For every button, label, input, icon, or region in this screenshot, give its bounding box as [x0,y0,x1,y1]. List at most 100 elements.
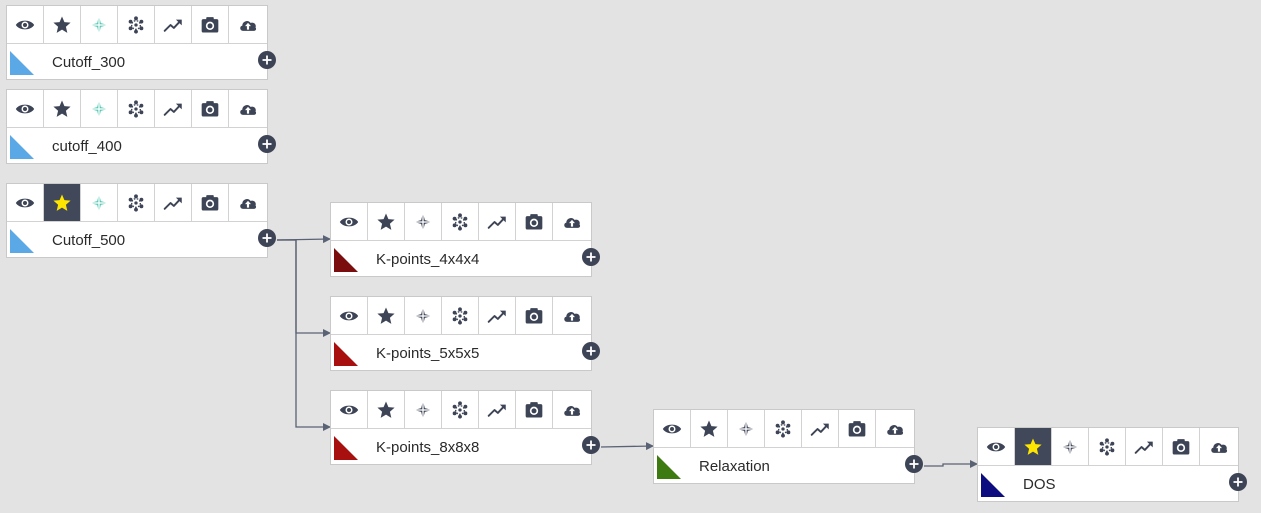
trend-icon [487,216,506,229]
trend-button[interactable] [479,297,516,334]
trend-button[interactable] [479,391,516,428]
workflow-node-kpoints-5x5x5[interactable]: K-points_5x5x5 [330,296,600,371]
workflow-node-cutoff-300[interactable]: Cutoff_300 [6,5,276,80]
compass-button[interactable] [81,184,118,221]
atom-button[interactable] [118,90,155,127]
compass-icon [89,99,109,118]
camera-button[interactable] [516,297,553,334]
trend-button[interactable] [155,6,192,43]
star-icon [53,100,71,117]
add-child-button[interactable] [582,342,600,360]
node-name[interactable]: DOS [1023,476,1056,493]
trend-icon [163,19,182,32]
camera-button[interactable] [516,203,553,240]
trend-button[interactable] [1126,428,1163,465]
cloud-upload-button[interactable] [876,410,914,447]
node-name[interactable]: Cutoff_300 [52,54,125,71]
workflow-node-kpoints-4x4x4[interactable]: K-points_4x4x4 [330,202,600,277]
camera-button[interactable] [192,6,229,43]
atom-button[interactable] [442,391,479,428]
atom-button[interactable] [442,203,479,240]
workflow-node-cutoff-500[interactable]: Cutoff_500 [6,183,276,258]
star-button[interactable] [368,297,405,334]
trend-button[interactable] [155,184,192,221]
add-child-button[interactable] [1229,473,1247,491]
star-button[interactable] [691,410,728,447]
star-button[interactable] [44,184,81,221]
compass-button[interactable] [81,6,118,43]
add-child-button[interactable] [258,229,276,247]
camera-icon [525,401,543,417]
star-button[interactable] [1015,428,1052,465]
cloud-upload-button[interactable] [229,6,267,43]
cloud-upload-button[interactable] [229,90,267,127]
add-child-button[interactable] [905,455,923,473]
node-toolbar [331,297,591,335]
node-name[interactable]: Cutoff_500 [52,232,125,249]
edge-relaxation-to-dos [924,460,978,468]
eye-button[interactable] [331,203,368,240]
camera-icon [201,16,219,32]
node-name[interactable]: Relaxation [699,458,770,475]
workflow-node-dos[interactable]: DOS [977,427,1247,502]
compass-button[interactable] [405,297,442,334]
add-child-button[interactable] [258,51,276,69]
camera-icon [201,100,219,116]
camera-button[interactable] [839,410,876,447]
atom-button[interactable] [118,184,155,221]
cloud-upload-button[interactable] [229,184,267,221]
atom-button[interactable] [1089,428,1126,465]
cloud-upload-button[interactable] [553,297,591,334]
eye-button[interactable] [331,391,368,428]
trend-button[interactable] [479,203,516,240]
trend-icon [163,103,182,116]
camera-button[interactable] [192,90,229,127]
eye-button[interactable] [7,90,44,127]
eye-button[interactable] [654,410,691,447]
camera-icon [201,194,219,210]
cloud-upload-button[interactable] [553,203,591,240]
plus-icon [586,252,596,262]
workflow-node-relaxation[interactable]: Relaxation [653,409,923,484]
compass-icon [413,400,433,419]
compass-button[interactable] [405,203,442,240]
add-child-button[interactable] [582,248,600,266]
cloud-upload-button[interactable] [553,391,591,428]
compass-icon [89,15,109,34]
atom-button[interactable] [118,6,155,43]
star-button[interactable] [44,90,81,127]
atom-button[interactable] [765,410,802,447]
trend-button[interactable] [802,410,839,447]
compass-button[interactable] [405,391,442,428]
star-button[interactable] [44,6,81,43]
workflow-node-cutoff-400[interactable]: cutoff_400 [6,89,276,164]
star-button[interactable] [368,391,405,428]
eye-button[interactable] [7,6,44,43]
node-name[interactable]: K-points_4x4x4 [376,251,479,268]
eye-button[interactable] [331,297,368,334]
compass-button[interactable] [728,410,765,447]
add-child-button[interactable] [258,135,276,153]
node-name[interactable]: K-points_8x8x8 [376,439,479,456]
camera-button[interactable] [1163,428,1200,465]
cloud-upload-icon [887,424,904,435]
cloud-upload-icon [1211,442,1228,453]
workflow-node-kpoints-8x8x8[interactable]: K-points_8x8x8 [330,390,600,465]
eye-icon [15,104,35,113]
compass-button[interactable] [1052,428,1089,465]
camera-button[interactable] [192,184,229,221]
node-name[interactable]: cutoff_400 [52,138,122,155]
compass-button[interactable] [81,90,118,127]
atom-button[interactable] [442,297,479,334]
camera-button[interactable] [516,391,553,428]
trend-button[interactable] [155,90,192,127]
star-button[interactable] [368,203,405,240]
add-child-button[interactable] [582,436,600,454]
eye-icon [339,311,359,320]
node-color-swatch [657,455,681,479]
node-name[interactable]: K-points_5x5x5 [376,345,479,362]
cloud-upload-button[interactable] [1200,428,1238,465]
plus-icon [1233,477,1243,487]
eye-button[interactable] [978,428,1015,465]
eye-button[interactable] [7,184,44,221]
